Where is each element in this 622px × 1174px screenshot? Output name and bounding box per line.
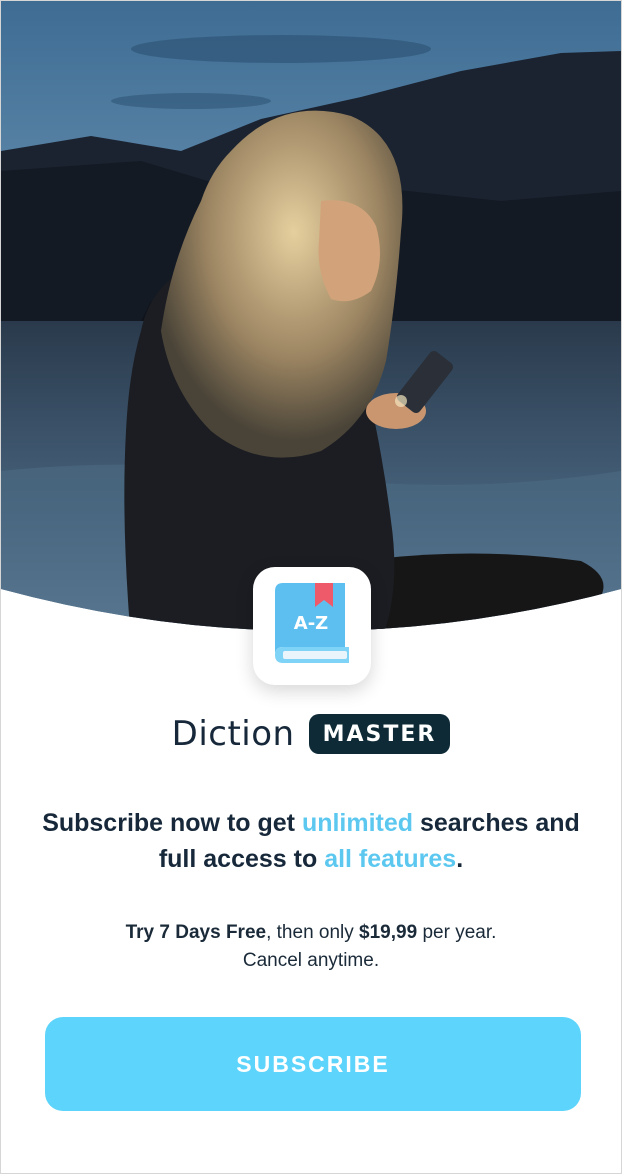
offer-text: Try 7 Days Free, then only $19,99 per ye… bbox=[41, 919, 581, 975]
headline-text-1: Subscribe now to get bbox=[42, 809, 302, 837]
headline-highlight-unlimited: unlimited bbox=[301, 809, 414, 837]
offer-period: per year. bbox=[417, 922, 497, 943]
offer-price: $19,99 bbox=[359, 922, 418, 943]
hero-image bbox=[1, 1, 621, 641]
dictionary-book-icon: A-Z bbox=[253, 567, 371, 685]
offer-middle: , then only bbox=[266, 922, 360, 943]
brand-logo: Diction MASTER bbox=[1, 707, 621, 761]
headline: Subscribe now to get unlimited searches … bbox=[41, 805, 581, 877]
paywall-screen: A-Z Diction MASTER Subscribe now to get … bbox=[0, 0, 622, 1174]
offer-cancel: Cancel anytime. bbox=[242, 950, 380, 971]
offer-trial: Try 7 Days Free bbox=[125, 922, 267, 943]
brand-name: Diction bbox=[171, 714, 295, 754]
subscribe-button[interactable]: SUBSCRIBE bbox=[45, 1017, 581, 1111]
brand-badge: MASTER bbox=[308, 714, 451, 754]
app-icon-label: A-Z bbox=[294, 613, 328, 634]
headline-text-3: . bbox=[456, 845, 464, 873]
headline-highlight-features: all features bbox=[324, 845, 457, 873]
hero-photo bbox=[1, 1, 621, 631]
